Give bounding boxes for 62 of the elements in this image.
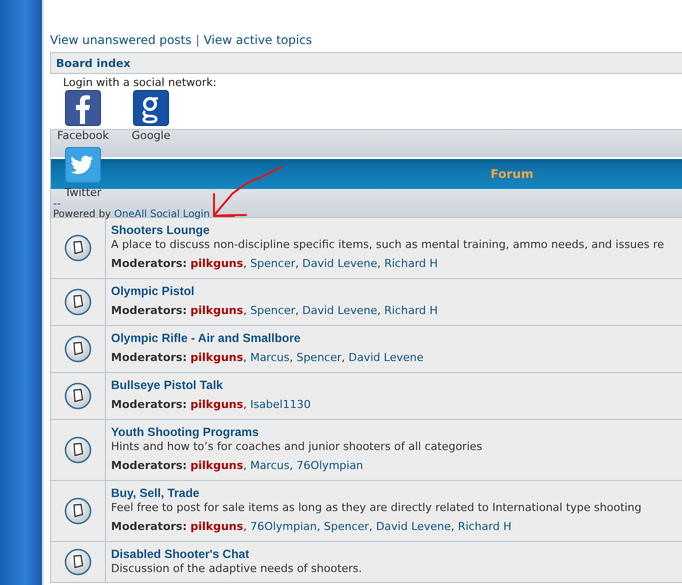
forum-read-icon	[64, 548, 92, 576]
social-login-button[interactable]: Google	[121, 90, 181, 143]
moderator-link[interactable]: pilkguns	[190, 351, 244, 364]
forum-title-link[interactable]: Buy, Sell, Trade	[111, 486, 642, 501]
moderators-line: Moderators: pilkguns, Spencer, David Levene, Richard H	[111, 256, 439, 272]
google-logo-icon	[133, 90, 169, 126]
moderator-link[interactable]: Marcus	[250, 351, 290, 364]
moderators-line: Moderators: pilkguns, Marcus, 76Olympian	[111, 458, 364, 474]
moderator-link[interactable]: David Levene	[348, 351, 424, 364]
breadcrumb-link[interactable]: Board index	[56, 56, 131, 70]
forum-description: A place to discuss non-discipline specific items, such as mental training, ammo needs, and issues re	[111, 238, 664, 252]
moderators-line: Moderators: pilkguns, Isabel1130	[111, 397, 311, 413]
moderator-link[interactable]: Richard H	[384, 304, 438, 317]
powered-by-text: Powered by OneAll Social Login	[53, 209, 210, 220]
moderator-link[interactable]: Spencer	[250, 257, 296, 270]
forum-description: Hints and how to’s for coaches and junior shooters of all categories	[111, 440, 482, 454]
forum-read-icon	[64, 382, 92, 410]
forum-title-link[interactable]: Shooters Lounge	[111, 223, 664, 238]
moderators-line: Moderators: pilkguns, Spencer, David Levene, Richard H	[111, 303, 438, 319]
moderator-link[interactable]: Richard H	[458, 520, 512, 533]
moderator-link[interactable]: Isabel1130	[250, 398, 311, 411]
moderators-line: Moderators: pilkguns, Marcus, Spencer, David Levene	[111, 350, 424, 366]
moderator-link[interactable]: Spencer	[250, 304, 296, 317]
moderators-line: Moderators: pilkguns, 76Olympian, Spencer, David Levene, Richard H	[111, 519, 512, 535]
link-separator: |	[196, 33, 200, 47]
forum-read-icon	[64, 234, 92, 262]
moderator-link[interactable]: Richard H	[384, 257, 438, 270]
moderator-link[interactable]: pilkguns	[190, 257, 244, 270]
social-login-button[interactable]: Twitter	[53, 147, 113, 200]
moderator-link[interactable]: 76Olympian	[250, 520, 317, 533]
moderator-link[interactable]: David Levene	[376, 520, 451, 533]
facebook-logo-icon	[65, 90, 101, 126]
moderator-link[interactable]: 76Olympian	[296, 459, 364, 472]
forum-title-link[interactable]: Olympic Rifle - Air and Smallbore	[111, 331, 424, 346]
moderator-link[interactable]: Spencer	[324, 520, 369, 533]
moderator-link[interactable]: pilkguns	[190, 398, 244, 411]
social-login-title: Login with a social network:	[62, 76, 218, 89]
forum-read-icon	[64, 497, 92, 525]
forum-column-heading: Forum	[490, 167, 534, 181]
forum-title-link[interactable]: Youth Shooting Programs	[111, 425, 482, 440]
hand-drawn-arrow	[213, 166, 283, 217]
forum-description: Discussion of the adaptive needs of shooters.	[111, 562, 362, 576]
divider-text: --	[53, 200, 61, 208]
forum-read-icon	[64, 436, 92, 464]
moderator-link[interactable]: David Levene	[302, 257, 378, 270]
active-topics-link[interactable]: View active topics	[204, 33, 312, 47]
forum-read-icon	[64, 288, 92, 316]
forum-title-link[interactable]: Disabled Shooter's Chat	[111, 547, 362, 562]
bird-logo-icon	[65, 147, 101, 183]
unanswered-posts-link[interactable]: View unanswered posts	[50, 33, 192, 47]
social-login-button[interactable]: Facebook	[53, 90, 113, 143]
forum-title-link[interactable]: Bullseye Pistol Talk	[111, 378, 311, 393]
moderator-link[interactable]: pilkguns	[190, 304, 244, 317]
moderator-link[interactable]: pilkguns	[190, 520, 244, 533]
oneall-link[interactable]: OneAll Social Login	[114, 209, 210, 220]
moderator-link[interactable]: Marcus	[250, 459, 290, 472]
moderator-link[interactable]: pilkguns	[190, 459, 244, 472]
moderator-link[interactable]: Spencer	[296, 351, 342, 364]
forum-description: Feel free to post for sale items as long as they are directly related to International type shooting	[111, 501, 642, 515]
forum-read-icon	[64, 335, 92, 363]
forum-title-link[interactable]: Olympic Pistol	[111, 284, 438, 299]
moderator-link[interactable]: David Levene	[302, 304, 378, 317]
